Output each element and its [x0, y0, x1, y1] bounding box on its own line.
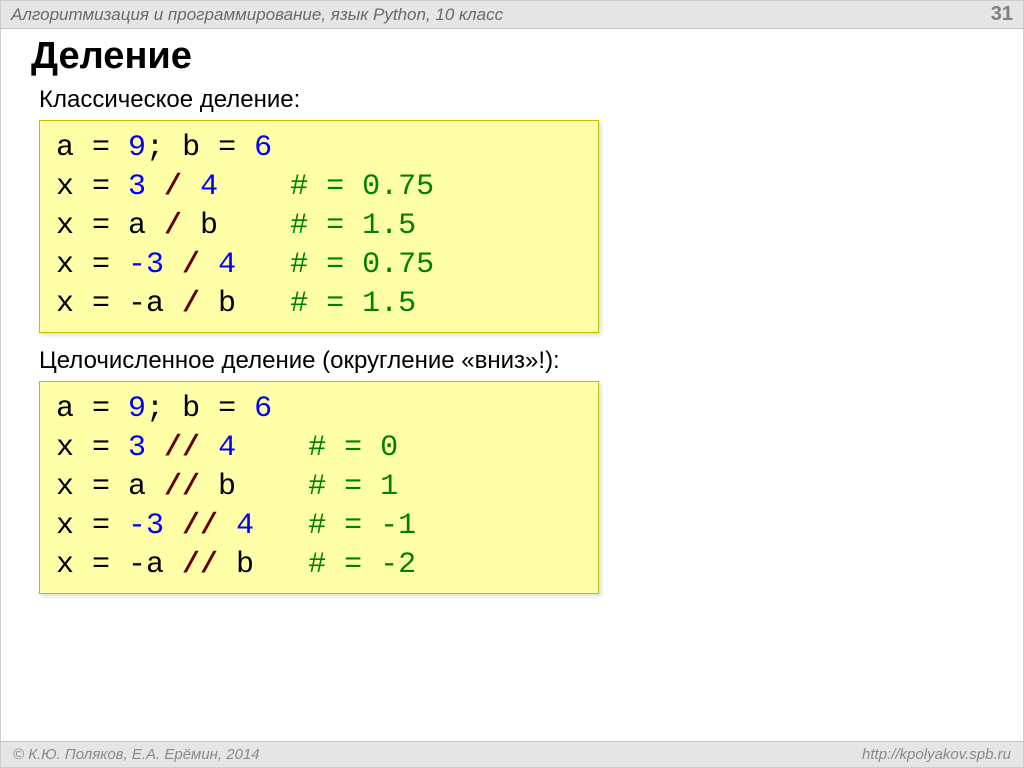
- code-token: 3: [110, 431, 164, 465]
- code-line: x = 3 / 4 # = 0.75: [56, 168, 582, 207]
- code-line: x = -3 // 4 # = -1: [56, 507, 582, 546]
- code-line: a = 9; b = 6: [56, 129, 582, 168]
- code-token: # = -1: [308, 509, 416, 543]
- code-line: a = 9; b = 6: [56, 390, 582, 429]
- code-line: x = 3 // 4 # = 0: [56, 429, 582, 468]
- code-token: /: [164, 170, 182, 204]
- code-token: 4: [182, 170, 290, 204]
- section-subtitle: Целочисленное деление (округление «вниз»…: [39, 347, 993, 375]
- code-line: x = a // b # = 1: [56, 468, 582, 507]
- code-box: a = 9; b = 6x = 3 / 4 # = 0.75x = a / b …: [39, 120, 599, 333]
- code-token: b: [200, 470, 308, 504]
- code-token: //: [164, 470, 200, 504]
- code-token: 4: [218, 509, 308, 543]
- code-token: =: [92, 392, 110, 426]
- code-line: x = -3 / 4 # = 0.75: [56, 246, 582, 285]
- code-token: b: [200, 287, 290, 321]
- section-subtitle: Классическое деление:: [39, 86, 993, 114]
- code-token: 4: [200, 431, 308, 465]
- code-token: = -a: [92, 548, 182, 582]
- code-token: # = 0.75: [290, 248, 434, 282]
- slide: Алгоритмизация и программирование, язык …: [0, 0, 1024, 768]
- slide-footer: © К.Ю. Поляков, Е.А. Ерёмин, 2014 http:/…: [1, 741, 1023, 767]
- code-token: = -a: [92, 287, 182, 321]
- code-token: 3: [110, 170, 164, 204]
- code-token: x: [56, 470, 92, 504]
- code-token: /: [164, 209, 182, 243]
- code-token: =: [92, 170, 110, 204]
- code-token: 4: [200, 248, 290, 282]
- code-token: # = 1.5: [290, 209, 416, 243]
- code-token: # = 0: [308, 431, 398, 465]
- code-line: x = a / b # = 1.5: [56, 207, 582, 246]
- code-token: x: [56, 548, 92, 582]
- code-token: =: [218, 131, 236, 165]
- code-line: x = -a // b # = -2: [56, 546, 582, 585]
- code-token: x: [56, 248, 92, 282]
- code-token: x: [56, 431, 92, 465]
- slide-header: Алгоритмизация и программирование, язык …: [1, 1, 1023, 29]
- code-token: x: [56, 170, 92, 204]
- footer-left: © К.Ю. Поляков, Е.А. Ерёмин, 2014: [13, 746, 260, 763]
- page-number: 31: [991, 3, 1013, 26]
- code-token: /: [182, 248, 200, 282]
- slide-content: Деление Классическое деление: a = 9; b = …: [1, 29, 1023, 741]
- code-token: =: [92, 248, 110, 282]
- code-token: x: [56, 209, 92, 243]
- code-token: /: [182, 287, 200, 321]
- code-token: # = 1: [308, 470, 398, 504]
- code-token: //: [164, 431, 200, 465]
- code-token: # = -2: [308, 548, 416, 582]
- code-token: = a: [92, 470, 164, 504]
- header-title: Алгоритмизация и программирование, язык …: [11, 5, 503, 25]
- code-line: x = -a / b # = 1.5: [56, 285, 582, 324]
- code-token: 6: [236, 392, 272, 426]
- code-token: =: [92, 131, 110, 165]
- code-token: x: [56, 509, 92, 543]
- code-token: a: [56, 131, 92, 165]
- slide-title: Деление: [31, 35, 993, 78]
- code-token: a: [56, 392, 92, 426]
- footer-right: http://kpolyakov.spb.ru: [862, 746, 1011, 763]
- code-token: ;: [146, 131, 182, 165]
- code-token: 6: [236, 131, 272, 165]
- code-token: b: [182, 131, 218, 165]
- code-token: b: [182, 209, 290, 243]
- code-token: //: [182, 548, 218, 582]
- code-token: x: [56, 287, 92, 321]
- code-box: a = 9; b = 6x = 3 // 4 # = 0x = a // b #…: [39, 381, 599, 594]
- code-token: b: [218, 548, 308, 582]
- code-token: b: [182, 392, 218, 426]
- code-token: # = 1.5: [290, 287, 416, 321]
- code-token: ;: [146, 392, 182, 426]
- code-token: -3: [110, 509, 182, 543]
- code-token: 9: [110, 131, 146, 165]
- code-token: = a: [92, 209, 164, 243]
- code-token: =: [92, 509, 110, 543]
- code-token: 9: [110, 392, 146, 426]
- code-token: -3: [110, 248, 182, 282]
- code-token: # = 0.75: [290, 170, 434, 204]
- code-token: =: [218, 392, 236, 426]
- code-token: =: [92, 431, 110, 465]
- code-token: //: [182, 509, 218, 543]
